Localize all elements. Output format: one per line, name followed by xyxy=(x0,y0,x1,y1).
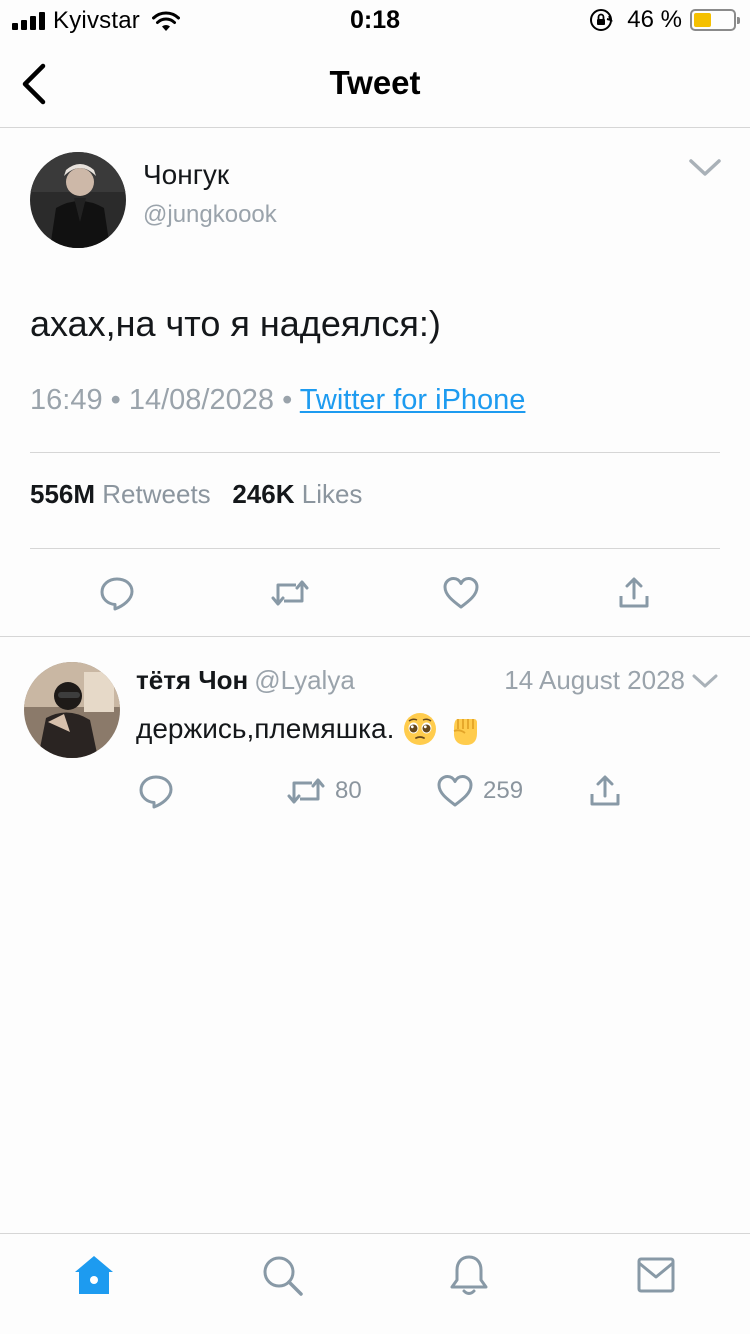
battery-icon xyxy=(690,9,740,31)
reply-header: тётя Чон @Lyalya xyxy=(136,665,355,696)
tweet-stats: 556M Retweets 246K Likes xyxy=(30,479,362,510)
divider xyxy=(30,452,720,453)
messages-icon xyxy=(637,1257,675,1293)
tweet-time: 16:49 xyxy=(30,384,103,416)
retweet-button[interactable]: 80 xyxy=(287,773,362,809)
reply-icon xyxy=(100,577,134,611)
like-icon xyxy=(443,577,479,609)
reply-tweet[interactable]: тётя Чон @Lyalya 14 August 2028 держись,п… xyxy=(0,637,750,827)
reply-author-handle[interactable]: @Lyalya xyxy=(254,665,355,695)
page-title: Tweet xyxy=(329,64,421,101)
retweet-icon xyxy=(287,778,325,804)
notifications-icon xyxy=(450,1255,488,1295)
avatar[interactable] xyxy=(24,662,120,758)
tab-search[interactable] xyxy=(259,1252,305,1298)
tab-messages[interactable] xyxy=(634,1252,680,1298)
author-name[interactable]: Чонгук xyxy=(143,159,229,191)
author-handle[interactable]: @jungkoook xyxy=(143,201,277,229)
battery-percent: 46 % xyxy=(627,6,682,33)
tweet-source-link[interactable]: Twitter for iPhone xyxy=(300,384,526,416)
tab-notifications[interactable] xyxy=(446,1252,492,1298)
reply-text-row: держись,племяшка. xyxy=(136,711,482,747)
tweet-text: ахах,на что я надеялся:) xyxy=(30,303,441,344)
retweets-label: Retweets xyxy=(102,479,211,509)
like-button[interactable] xyxy=(441,573,481,613)
reply-retweet-count: 80 xyxy=(335,777,362,804)
reply-button[interactable] xyxy=(97,573,137,613)
tweet-date: 14/08/2028 xyxy=(128,384,275,416)
chevron-down-icon[interactable] xyxy=(692,673,718,689)
nav-header: Tweet xyxy=(0,42,750,128)
search-icon xyxy=(263,1256,303,1296)
chevron-down-icon[interactable] xyxy=(688,157,722,179)
reply-text: держись,племяшка. xyxy=(136,713,395,744)
raised-fist-emoji xyxy=(454,719,478,745)
main-tweet: Чонгук @jungkoook ахах,на что я надеялся… xyxy=(0,129,750,637)
pleading-face-emoji xyxy=(404,713,437,745)
reply-button[interactable] xyxy=(138,773,174,809)
share-icon xyxy=(619,577,649,608)
like-icon xyxy=(437,775,473,807)
share-button[interactable] xyxy=(614,573,654,613)
meta-separator: • xyxy=(110,384,121,416)
retweet-button[interactable] xyxy=(270,573,310,613)
divider xyxy=(30,548,720,549)
share-button[interactable] xyxy=(588,773,622,809)
status-bar: Kyivstar 0:18 46 % xyxy=(0,0,750,42)
likes-label: Likes xyxy=(301,479,363,509)
tweet-meta: 16:49 • 14/08/2028 • Twitter for iPhone xyxy=(30,384,525,417)
retweets-count: 556M xyxy=(30,479,96,509)
orientation-lock-icon xyxy=(590,9,614,31)
likes-count: 246K xyxy=(232,479,295,509)
retweets-stat[interactable]: 556M Retweets xyxy=(30,479,211,509)
likes-stat[interactable]: 246K Likes xyxy=(232,479,362,509)
reply-like-count: 259 xyxy=(483,777,524,804)
meta-separator: • xyxy=(282,384,293,416)
reply-icon xyxy=(139,775,173,809)
avatar[interactable] xyxy=(30,152,126,248)
retweet-icon xyxy=(271,580,309,606)
tab-bar xyxy=(0,1233,750,1334)
share-icon xyxy=(590,775,620,806)
home-icon xyxy=(75,1256,113,1294)
tab-home[interactable] xyxy=(71,1252,117,1298)
reply-date: 14 August 2028 xyxy=(504,665,685,695)
reply-author-name[interactable]: тётя Чон xyxy=(136,665,248,695)
like-button[interactable]: 259 xyxy=(437,773,523,809)
